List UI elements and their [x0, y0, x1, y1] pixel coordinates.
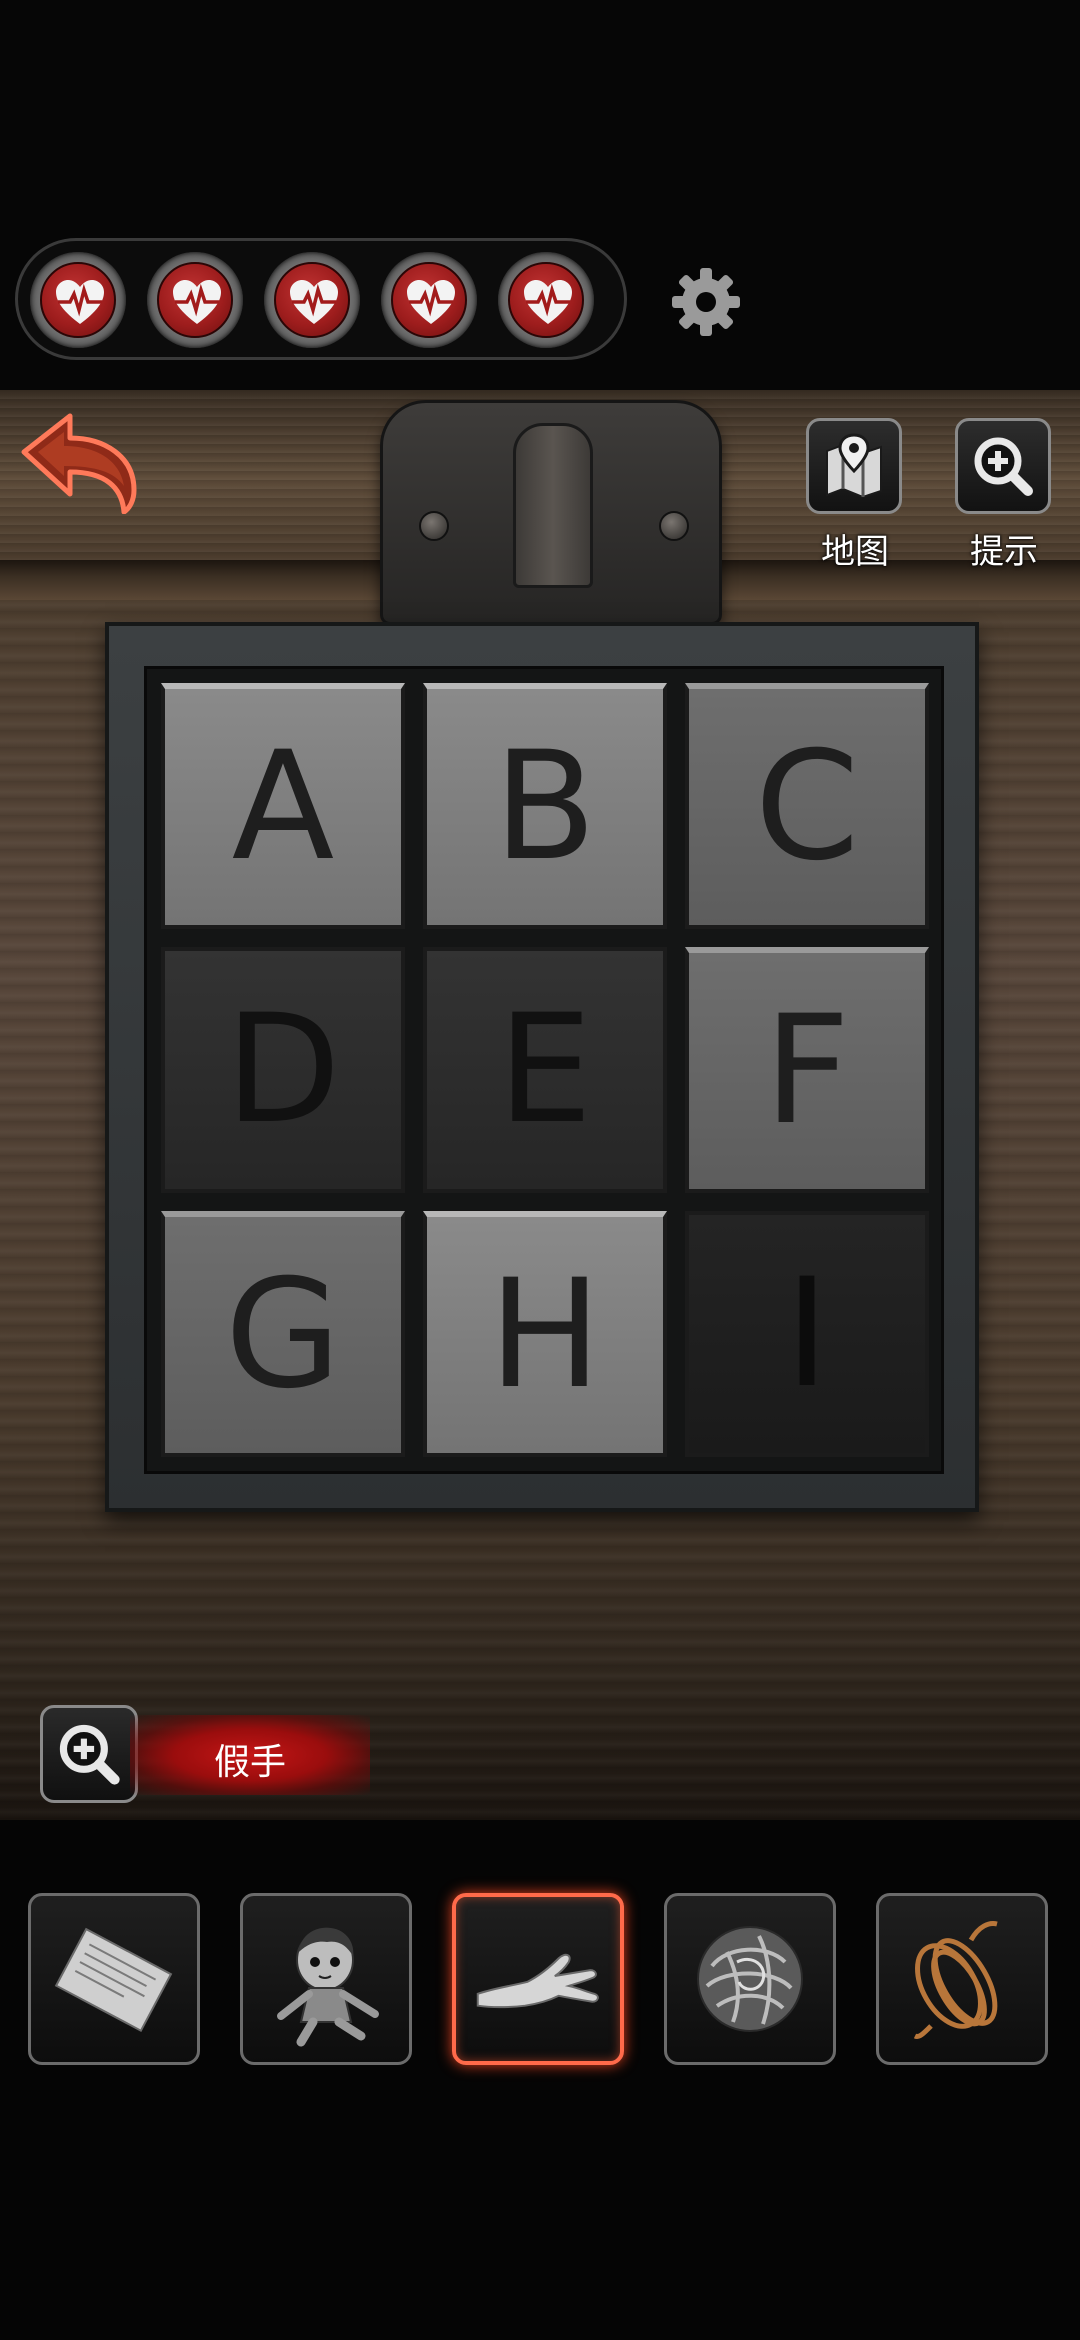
lives-bar — [15, 238, 627, 360]
doll-icon — [277, 1927, 379, 2047]
life-heart — [147, 252, 243, 348]
inventory-slot-fake-hand[interactable] — [452, 1893, 624, 2065]
inventory-slot-rope[interactable] — [876, 1893, 1048, 2065]
map-label: 地图 — [821, 533, 889, 571]
tile-c[interactable]: C — [685, 683, 929, 929]
magnifier-plus-icon — [974, 437, 1033, 496]
selected-item-name: 假手 — [213, 1741, 286, 1782]
steel-wool-icon — [697, 1926, 803, 2032]
heart-pulse-icon — [524, 280, 572, 324]
tile-a[interactable]: A — [161, 683, 405, 929]
latch-hasp — [513, 423, 593, 588]
hint-button[interactable] — [955, 418, 1051, 514]
back-arrow-icon[interactable] — [18, 410, 140, 514]
map-icon — [826, 433, 882, 499]
tile-d[interactable]: D — [161, 947, 405, 1193]
heart-pulse-icon — [407, 280, 455, 324]
heart-pulse-icon — [290, 280, 338, 324]
inventory-slot-steel-wool[interactable] — [664, 1893, 836, 2065]
inspect-item-button[interactable] — [40, 1705, 138, 1803]
chest-latch — [380, 400, 722, 625]
rope-icon — [913, 1921, 998, 2039]
gear-icon[interactable] — [668, 264, 744, 340]
magnifier-plus-icon — [59, 1724, 120, 1785]
life-heart — [381, 252, 477, 348]
tile-h[interactable]: H — [423, 1211, 667, 1457]
map-button[interactable] — [806, 418, 902, 514]
paper-note-icon — [54, 1927, 173, 2033]
life-heart — [264, 252, 360, 348]
tile-b[interactable]: B — [423, 683, 667, 929]
heart-pulse-icon — [173, 280, 221, 324]
life-heart — [30, 252, 126, 348]
tile-f[interactable]: F — [685, 947, 929, 1193]
puzzle-grid: A B C D E F G H I — [144, 666, 944, 1474]
tile-i[interactable]: I — [685, 1211, 929, 1457]
tile-e[interactable]: E — [423, 947, 667, 1193]
fake-hand-icon — [476, 1953, 599, 2009]
life-heart — [498, 252, 594, 348]
inventory-slot-paper[interactable] — [28, 1893, 200, 2065]
letter-puzzle-board: A B C D E F G H I — [105, 622, 979, 1512]
tile-g[interactable]: G — [161, 1211, 405, 1457]
inventory-slot-doll[interactable] — [240, 1893, 412, 2065]
hint-label: 提示 — [970, 533, 1038, 571]
heart-pulse-icon — [56, 280, 104, 324]
